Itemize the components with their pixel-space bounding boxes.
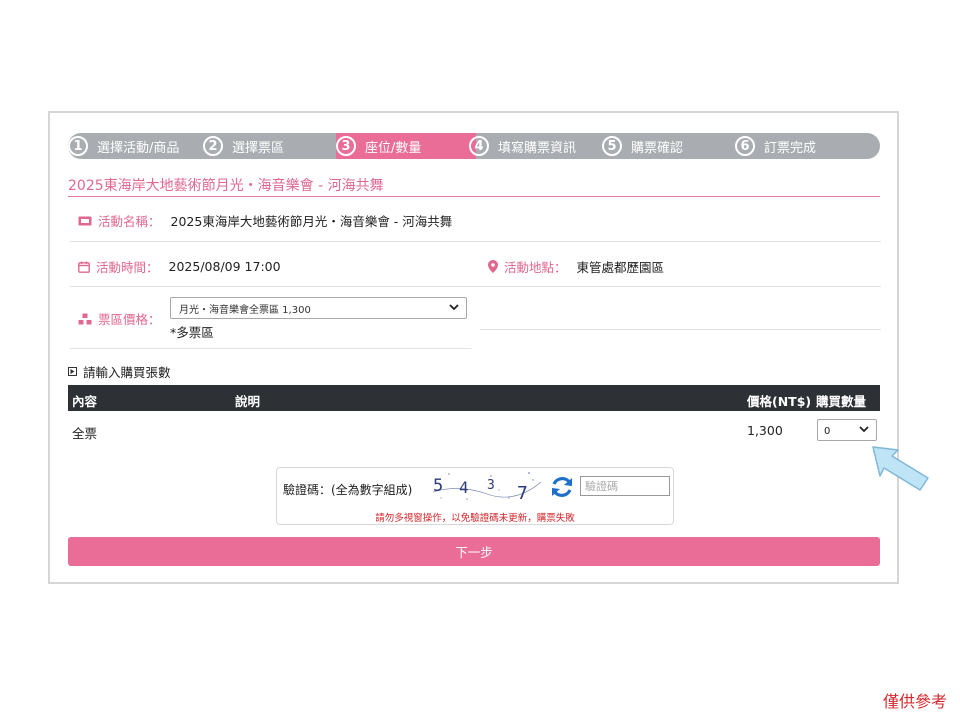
step-label: 訂票完成 bbox=[764, 140, 817, 156]
event-location-row: 活動地點： 東管處都歷園區 bbox=[488, 257, 664, 276]
ticket-icon bbox=[78, 216, 92, 226]
seat-zone-icon bbox=[78, 313, 92, 325]
step-5: 5 購票確認 bbox=[602, 133, 683, 159]
event-name-row: 活動名稱： 2025東海岸大地藝術節月光・海音樂會 - 河海共舞 bbox=[78, 211, 452, 230]
step-2: 2 選擇票區 bbox=[203, 133, 284, 159]
ticket-price: 1,300 bbox=[747, 423, 783, 438]
step-6: 6 訂票完成 bbox=[735, 133, 816, 159]
step-number: 3 bbox=[336, 136, 356, 156]
captcha-label: 驗證碼：(全為數字組成) bbox=[283, 483, 413, 497]
col-price: 價格(NT$) bbox=[747, 394, 812, 409]
captcha-warning: 請勿多視窗操作，以免驗證碼未更新，購票失敗 bbox=[375, 513, 575, 524]
step-4: 4 填寫購票資訊 bbox=[469, 133, 576, 159]
divider bbox=[70, 286, 881, 287]
progress-steps: 1 選擇活動/商品 2 選擇票區 3 座位/數量 4 填寫購票資訊 5 購票確認… bbox=[68, 133, 880, 159]
quantity-section-heading: 請輸入購買張數 bbox=[68, 362, 171, 381]
divider bbox=[480, 329, 881, 330]
title-divider bbox=[68, 196, 880, 197]
ticket-table-header: 內容 說明 價格(NT$) 購買數量 bbox=[68, 385, 880, 411]
col-content: 內容 bbox=[72, 394, 98, 409]
captcha-input[interactable] bbox=[580, 476, 670, 496]
reference-note: 僅供參考 bbox=[883, 692, 948, 711]
quantity-select[interactable]: 0 bbox=[817, 419, 877, 441]
step-label: 座位/數量 bbox=[365, 140, 422, 156]
chevron-down-icon bbox=[858, 423, 870, 438]
event-title: 2025東海岸大地藝術節月光・海音樂會 - 河海共舞 bbox=[68, 178, 384, 194]
table-row: 全票 1,300 0 bbox=[68, 417, 880, 447]
divider bbox=[70, 241, 881, 242]
captcha-image: 5 4 3 7 bbox=[432, 472, 542, 504]
divider bbox=[70, 348, 471, 349]
step-3: 3 座位/數量 bbox=[336, 133, 421, 159]
event-time-label: 活動時間： bbox=[78, 257, 159, 276]
play-icon bbox=[68, 367, 77, 376]
step-number: 2 bbox=[203, 136, 223, 156]
captcha-digit: 5 bbox=[433, 476, 443, 496]
next-step-button[interactable]: 下一步 bbox=[68, 537, 880, 566]
col-quantity: 購買數量 bbox=[816, 394, 867, 409]
step-1: 1 選擇活動/商品 bbox=[68, 133, 179, 159]
step-label: 選擇票區 bbox=[232, 140, 285, 156]
step-number: 1 bbox=[68, 136, 88, 156]
captcha-digit: 7 bbox=[517, 483, 528, 504]
pointer-arrow-icon bbox=[872, 446, 929, 491]
captcha-digit: 4 bbox=[459, 478, 469, 497]
event-time-row: 活動時間： 2025/08/09 17:00 bbox=[78, 257, 281, 276]
event-location-value: 東管處都歷園區 bbox=[576, 260, 665, 275]
price-label: 票區價格： bbox=[78, 309, 161, 328]
captcha-digit: 3 bbox=[487, 478, 495, 493]
event-location-label: 活動地點： bbox=[488, 257, 567, 276]
step-label: 選擇活動/商品 bbox=[97, 140, 180, 156]
ticket-type: 全票 bbox=[72, 426, 98, 441]
price-row: 票區價格： bbox=[78, 309, 161, 328]
col-description: 說明 bbox=[235, 394, 261, 409]
event-name-value: 2025東海岸大地藝術節月光・海音樂會 - 河海共舞 bbox=[170, 214, 453, 229]
step-number: 6 bbox=[735, 136, 755, 156]
multi-zone-note: *多票區 bbox=[170, 325, 214, 340]
map-pin-icon bbox=[488, 260, 498, 273]
step-number: 4 bbox=[469, 136, 489, 156]
event-time-value: 2025/08/09 17:00 bbox=[168, 259, 281, 274]
ticket-order-panel: 1 選擇活動/商品 2 選擇票區 3 座位/數量 4 填寫購票資訊 5 購票確認… bbox=[48, 111, 899, 584]
price-zone-select[interactable]: 月光・海音樂會全票區 1,300 bbox=[170, 297, 467, 319]
step-number: 5 bbox=[602, 136, 622, 156]
refresh-captcha-icon[interactable] bbox=[549, 474, 575, 504]
event-name-label: 活動名稱： bbox=[78, 211, 161, 230]
captcha-box: 驗證碼：(全為數字組成) 5 4 3 7 請勿多視窗操作，以免驗證 bbox=[276, 467, 674, 525]
calendar-icon bbox=[78, 261, 90, 273]
step-label: 購票確認 bbox=[631, 140, 684, 156]
chevron-down-icon bbox=[448, 301, 460, 316]
step-label: 填寫購票資訊 bbox=[498, 140, 577, 156]
